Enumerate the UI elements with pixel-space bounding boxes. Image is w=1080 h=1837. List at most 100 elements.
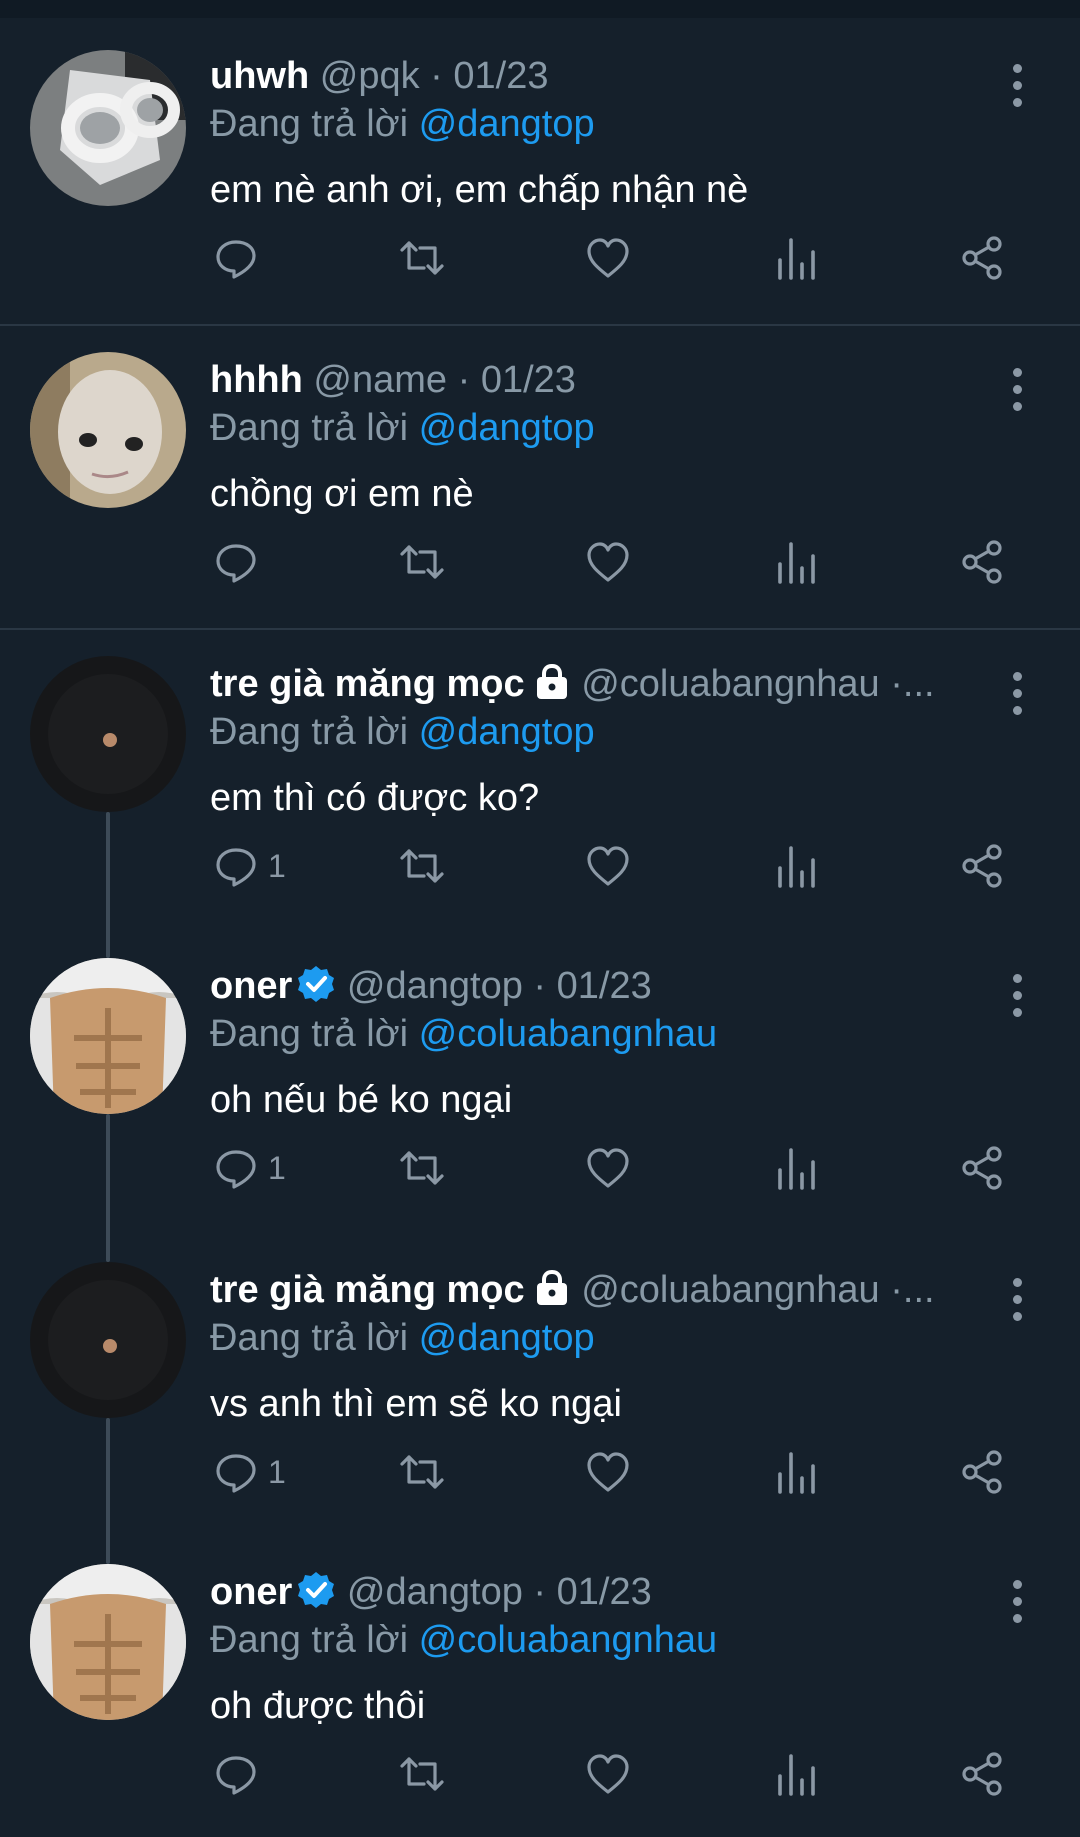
- display-name[interactable]: uhwh: [210, 55, 309, 97]
- action-bar: 1: [0, 1136, 1080, 1206]
- reply-button[interactable]: 1: [212, 1448, 286, 1496]
- share-button[interactable]: [958, 1448, 1006, 1496]
- reply-button[interactable]: [212, 234, 268, 282]
- tweet-text: em thì có được ko?: [210, 777, 540, 819]
- share-button[interactable]: [958, 1750, 1006, 1798]
- reply-button[interactable]: 1: [212, 842, 286, 890]
- like-button[interactable]: [584, 842, 632, 890]
- handle-date[interactable]: @dangtop · 01/23: [347, 965, 652, 1007]
- more-options-icon[interactable]: [1000, 1576, 1034, 1628]
- display-name[interactable]: oner: [210, 1571, 292, 1613]
- avatar[interactable]: [30, 1564, 186, 1720]
- display-name[interactable]: hhhh: [210, 359, 303, 401]
- handle-date[interactable]: @dangtop · 01/23: [347, 1571, 652, 1613]
- share-icon: [962, 236, 1002, 280]
- moon-avatar-icon: [30, 1262, 186, 1418]
- verified-badge-icon: [298, 1572, 335, 1608]
- tweet-item[interactable]: oner @dangtop · 01/23 Đang trả lời @colu…: [0, 1562, 1080, 1822]
- divider: [0, 628, 1080, 630]
- reply-feed: uhwh @pqk · 01/23 Đang trả lời @dangtop …: [0, 0, 1080, 1837]
- views-icon: [778, 238, 815, 280]
- like-button[interactable]: [584, 538, 632, 586]
- mention-link[interactable]: @dangtop: [419, 1317, 595, 1359]
- heart-icon: [587, 238, 629, 278]
- retweet-button[interactable]: [398, 538, 446, 586]
- reply-icon: [216, 1756, 256, 1795]
- more-options-icon[interactable]: [1000, 1274, 1034, 1326]
- replying-label: Đang trả lời: [210, 1317, 409, 1359]
- views-button[interactable]: [772, 234, 820, 282]
- like-button[interactable]: [584, 234, 632, 282]
- tweet-text: vs anh thì em sẽ ko ngại: [210, 1383, 622, 1425]
- mention-link[interactable]: @dangtop: [419, 407, 595, 449]
- retweet-button[interactable]: [398, 1144, 446, 1192]
- views-button[interactable]: [772, 1750, 820, 1798]
- more-options-icon[interactable]: [1000, 364, 1034, 416]
- display-name[interactable]: oner: [210, 965, 292, 1007]
- reply-button[interactable]: [212, 538, 268, 586]
- share-button[interactable]: [958, 1144, 1006, 1192]
- views-button[interactable]: [772, 1448, 820, 1496]
- views-icon: [778, 1452, 815, 1494]
- handle-date[interactable]: @pqk · 01/23: [320, 55, 549, 97]
- reply-button[interactable]: 1: [212, 1144, 286, 1192]
- lock-icon: [536, 1269, 567, 1305]
- share-button[interactable]: [958, 842, 1006, 890]
- more-options-icon[interactable]: [1000, 60, 1034, 112]
- avatar[interactable]: [30, 50, 186, 206]
- share-button[interactable]: [958, 234, 1006, 282]
- display-name[interactable]: tre già măng mọc: [210, 1269, 525, 1311]
- replying-to: Đang trả lời @dangtop: [210, 1308, 595, 1368]
- avatar[interactable]: [30, 352, 186, 508]
- share-icon: [962, 540, 1002, 584]
- like-button[interactable]: [584, 1750, 632, 1798]
- more-options-icon[interactable]: [1000, 668, 1034, 720]
- mention-link[interactable]: @coluabangnhau: [419, 1619, 718, 1661]
- mention-link[interactable]: @dangtop: [419, 103, 595, 145]
- reply-count: 1: [268, 1150, 286, 1186]
- tweet-item[interactable]: tre già măng mọc @coluabangnhau ·... Đan…: [0, 654, 1080, 914]
- more-options-icon[interactable]: [1000, 970, 1034, 1022]
- tweet-item[interactable]: tre già măng mọc @coluabangnhau ·... Đan…: [0, 1260, 1080, 1520]
- display-name[interactable]: tre già măng mọc: [210, 663, 525, 705]
- handle-date[interactable]: @coluabangnhau ·...: [581, 663, 934, 705]
- share-button[interactable]: [958, 538, 1006, 586]
- avatar[interactable]: [30, 656, 186, 812]
- mention-link[interactable]: @dangtop: [419, 711, 595, 753]
- retweet-button[interactable]: [398, 234, 446, 282]
- heart-icon: [587, 542, 629, 582]
- tweet-text: oh nếu bé ko ngại: [210, 1079, 513, 1121]
- reply-button[interactable]: [212, 1750, 268, 1798]
- avatar[interactable]: [30, 1262, 186, 1418]
- avatar[interactable]: [30, 958, 186, 1114]
- retweet-button[interactable]: [398, 1448, 446, 1496]
- share-icon: [962, 1752, 1002, 1796]
- face-avatar-icon: [30, 352, 186, 508]
- views-button[interactable]: [772, 538, 820, 586]
- action-bar: [0, 1742, 1080, 1812]
- moon-avatar-icon: [30, 656, 186, 812]
- replying-label: Đang trả lời: [210, 1619, 409, 1661]
- tweet-item[interactable]: hhhh @name · 01/23 Đang trả lời @dangtop…: [0, 350, 1080, 610]
- tweet-item[interactable]: oner @dangtop · 01/23 Đang trả lời @colu…: [0, 956, 1080, 1216]
- retweet-button[interactable]: [398, 842, 446, 890]
- handle-date[interactable]: @coluabangnhau ·...: [581, 1269, 934, 1311]
- tweet-item[interactable]: uhwh @pqk · 01/23 Đang trả lời @dangtop …: [0, 46, 1080, 306]
- views-button[interactable]: [772, 1144, 820, 1192]
- retweet-icon: [400, 1455, 444, 1489]
- reply-icon: [216, 1150, 256, 1189]
- share-icon: [962, 844, 1002, 888]
- tweet-text: chồng ơi em nè: [210, 473, 474, 515]
- verified-badge-icon: [298, 966, 335, 1002]
- mention-link[interactable]: @coluabangnhau: [419, 1013, 718, 1055]
- like-button[interactable]: [584, 1448, 632, 1496]
- like-button[interactable]: [584, 1144, 632, 1192]
- replying-label: Đang trả lời: [210, 711, 409, 753]
- replying-label: Đang trả lời: [210, 1013, 409, 1055]
- retweet-button[interactable]: [398, 1750, 446, 1798]
- retweet-icon: [400, 1151, 444, 1185]
- views-button[interactable]: [772, 842, 820, 890]
- handle-date[interactable]: @name · 01/23: [313, 359, 576, 401]
- heart-icon: [587, 846, 629, 886]
- replying-to: Đang trả lời @dangtop: [210, 702, 595, 762]
